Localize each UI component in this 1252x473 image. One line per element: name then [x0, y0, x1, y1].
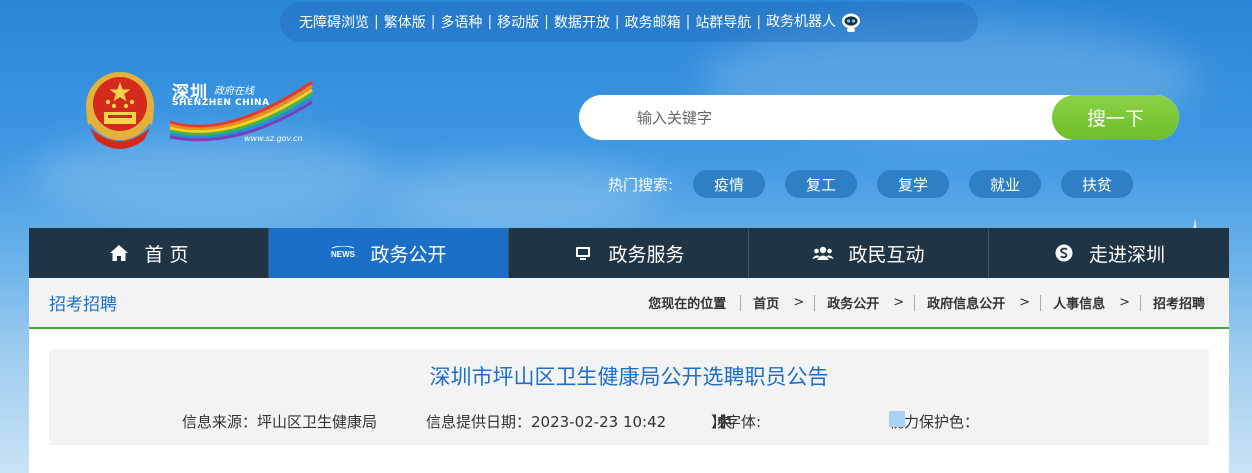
article-header: 深圳市坪山区卫生健康局公开选聘职员公告 信息来源：坪山区卫生健康局 信息提供日期… — [49, 349, 1209, 445]
nav-home-label: 首 页 — [144, 243, 189, 266]
link-traditional[interactable]: 繁体版 — [379, 12, 431, 32]
link-gov-robot-label: 政务机器人 — [766, 14, 837, 30]
top-utility-bar: 无障碍浏览 | 繁体版 | 多语种 | 移动版 | 数据开放 | 政务邮箱 | … — [280, 2, 978, 42]
link-multilingual[interactable]: 多语种 — [435, 12, 487, 32]
breadcrumb: 您现在的位置 首页 > 政务公开 > 政府信息公开 > 人事信息 > 招考招聘 — [648, 293, 1229, 312]
link-site-nav[interactable]: 站群导航 — [690, 12, 756, 32]
breadcrumb-home[interactable]: 首页 — [753, 293, 779, 312]
eye-color-blue[interactable] — [889, 411, 905, 427]
breadcrumb-label: 您现在的位置 — [648, 297, 727, 312]
divider — [914, 294, 916, 311]
nav-gov-affairs-label: 政务公开 — [370, 243, 447, 266]
section-title: 招考招聘 — [49, 295, 117, 315]
monitor-icon — [572, 242, 594, 264]
search-button[interactable]: 搜一下 — [1052, 95, 1179, 140]
breadcrumb-arrow-icon: > — [1019, 295, 1031, 310]
nav-home[interactable]: 首 页 — [29, 228, 269, 278]
search-input[interactable] — [579, 95, 1052, 140]
breadcrumb-arrow-icon: > — [793, 295, 805, 310]
nav-about-shenzhen-label: 走进深圳 — [1088, 243, 1165, 266]
link-gov-robot[interactable]: 政务机器人 — [761, 11, 867, 33]
nav-gov-services[interactable]: 政务服务 — [509, 228, 749, 278]
national-emblem-icon — [86, 72, 154, 149]
search-bar: 搜一下 — [579, 95, 1179, 140]
link-open-data[interactable]: 数据开放 — [549, 12, 615, 32]
breadcrumb-gov-affairs[interactable]: 政务公开 — [827, 293, 879, 312]
link-mobile[interactable]: 移动版 — [492, 12, 544, 32]
breadcrumb-recruitment[interactable]: 招考招聘 — [1153, 293, 1205, 312]
robot-icon — [842, 13, 861, 32]
breadcrumb-arrow-icon: > — [893, 295, 905, 310]
breadcrumb-arrow-icon: > — [1119, 295, 1130, 310]
article-date: 信息提供日期：2023-02-23 10:42 — [426, 413, 667, 431]
shenzhen-logo[interactable]: 深圳 政府在线 SHENZHEN CHINA www.sz.gov.cn — [166, 76, 316, 148]
breadcrumb-info-disclosure[interactable]: 政府信息公开 — [927, 293, 1005, 312]
article-title: 深圳市坪山区卫生健康局公开选聘职员公告 — [429, 365, 829, 389]
nav-about-shenzhen[interactable]: 走进深圳 — [989, 228, 1229, 278]
divider — [740, 294, 742, 311]
nav-interaction[interactable]: 政民互动 — [749, 228, 989, 278]
divider — [814, 294, 816, 311]
nav-gov-affairs[interactable]: NEWS 政务公开 — [269, 228, 509, 278]
font-size-close: 】 — [711, 413, 727, 431]
content-area: 深圳市坪山区卫生健康局公开选聘职员公告 信息来源：坪山区卫生健康局 信息提供日期… — [29, 329, 1229, 473]
hot-tag-resume-work[interactable]: 复工 — [785, 170, 858, 198]
hot-tag-resume-school[interactable]: 复学 — [877, 170, 950, 198]
breadcrumb-personnel[interactable]: 人事信息 — [1053, 293, 1105, 312]
hot-tag-poverty[interactable]: 扶贫 — [1061, 170, 1134, 198]
hot-search: 热门搜索: 疫情 复工 复学 就业 扶贫 — [608, 170, 1153, 198]
hot-search-label: 热门搜索: — [608, 175, 674, 194]
breadcrumb-bar: 招考招聘 您现在的位置 首页 > 政务公开 > 政府信息公开 > 人事信息 > … — [29, 278, 1229, 329]
hot-tag-employment[interactable]: 就业 — [969, 170, 1042, 198]
nav-interaction-label: 政民互动 — [848, 243, 925, 266]
hot-tag-epidemic[interactable]: 疫情 — [693, 170, 766, 198]
link-gov-mail[interactable]: 政务邮箱 — [620, 12, 686, 32]
nav-gov-services-label: 政务服务 — [608, 243, 685, 266]
home-icon — [108, 242, 130, 264]
divider — [1040, 294, 1042, 311]
divider — [1139, 294, 1141, 311]
news-badge-text: NEWS — [331, 250, 356, 259]
logo-url: www.sz.gov.cn — [244, 134, 303, 143]
s-badge-icon — [1053, 242, 1075, 264]
main-nav: 首 页 NEWS 政务公开 政务服务 政民互动 走进深圳 — [29, 228, 1229, 278]
news-icon: NEWS — [330, 242, 356, 264]
article-source: 信息来源：坪山区卫生健康局 — [182, 413, 378, 431]
link-accessibility[interactable]: 无障碍浏览 — [294, 12, 374, 32]
people-icon — [812, 242, 835, 264]
